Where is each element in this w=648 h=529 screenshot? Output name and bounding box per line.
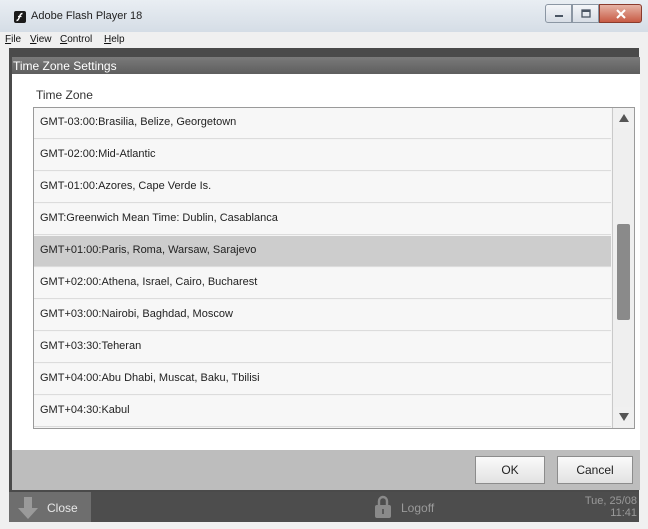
maximize-icon (580, 9, 591, 18)
dialog-body: Time Zone GMT-03:00:Brasilia, Belize, Ge… (12, 74, 640, 450)
bottom-bar: Close Logoff Tue, 25/08 11:41 (9, 492, 639, 522)
time-zone-option-label: GMT+04:00:Abu Dhabi, Muscat, Baku, Tbili… (40, 372, 260, 384)
list-scrollbar[interactable] (612, 108, 634, 428)
time-zone-list[interactable]: GMT-03:00:Brasilia, Belize, Georgetown G… (33, 107, 635, 429)
time-zone-option[interactable]: GMT:Greenwich Mean Time: Dublin, Casabla… (34, 204, 611, 235)
time-zone-option[interactable]: GMT-01:00:Azores, Cape Verde Is. (34, 172, 611, 203)
time-zone-option[interactable]: GMT-02:00:Mid-Atlantic (34, 140, 611, 171)
maximize-button[interactable] (572, 4, 599, 23)
scrollbar-thumb[interactable] (617, 224, 630, 320)
lock-icon (375, 495, 391, 518)
time-zone-option[interactable]: GMT+03:30:Teheran (34, 332, 611, 363)
time-zone-option-selected[interactable]: GMT+01:00:Paris, Roma, Warsaw, Sarajevo (34, 236, 611, 267)
menu-help[interactable]: Help (104, 34, 125, 45)
time-zone-option-label: GMT:Greenwich Mean Time: Dublin, Casabla… (40, 212, 278, 224)
scroll-down-button[interactable] (614, 407, 634, 427)
window-title: Adobe Flash Player 18 (31, 10, 143, 22)
time-zone-option-label: GMT+01:00:Paris, Roma, Warsaw, Sarajevo (40, 244, 257, 256)
time-zone-option-label: GMT-03:00:Brasilia, Belize, Georgetown (40, 116, 237, 128)
minimize-button[interactable] (545, 4, 572, 23)
time-zone-option-label: GMT+02:00:Athena, Israel, Cairo, Buchare… (40, 276, 258, 288)
menu-view[interactable]: View (30, 34, 52, 45)
minimize-icon (554, 14, 563, 17)
scroll-up-button[interactable] (614, 108, 634, 128)
arrow-down-icon (18, 497, 38, 519)
cancel-button[interactable]: Cancel (557, 456, 633, 484)
window-close-button[interactable] (599, 4, 642, 23)
menu-control[interactable]: Control (60, 34, 92, 45)
app-close-button[interactable]: Close (9, 492, 91, 522)
clock: Tue, 25/08 11:41 (585, 495, 637, 519)
menu-file[interactable]: File (5, 34, 21, 45)
time-zone-option[interactable]: GMT+03:00:Nairobi, Baghdad, Moscow (34, 300, 611, 331)
window-controls (545, 4, 642, 23)
app-close-label: Close (47, 501, 78, 515)
time-zone-option[interactable]: GMT+04:00:Abu Dhabi, Muscat, Baku, Tbili… (34, 364, 611, 395)
time-zone-option-label: GMT+04:30:Kabul (40, 404, 130, 416)
window-titlebar: Adobe Flash Player 18 (0, 0, 648, 33)
time-zone-option-label: GMT-02:00:Mid-Atlantic (40, 148, 156, 160)
clock-time: 11:41 (610, 507, 637, 519)
time-zone-option-label: GMT-01:00:Azores, Cape Verde Is. (40, 180, 212, 192)
triangle-up-icon (619, 114, 629, 122)
time-zone-option[interactable]: GMT+04:30:Kabul (34, 396, 611, 427)
time-zone-dialog: Time Zone Settings Time Zone GMT-03:00:B… (12, 57, 640, 490)
menu-bar: File View Control Help (0, 32, 648, 47)
time-zone-option-label: GMT+03:30:Teheran (40, 340, 142, 352)
close-icon (615, 8, 626, 19)
dialog-header: Time Zone Settings (12, 57, 640, 74)
time-zone-option[interactable]: GMT-03:00:Brasilia, Belize, Georgetown (34, 108, 611, 139)
clock-date: Tue, 25/08 (584, 495, 637, 507)
flash-player-icon (14, 11, 26, 23)
triangle-down-icon (619, 413, 629, 421)
dialog-title: Time Zone Settings (13, 59, 117, 73)
ok-button[interactable]: OK (475, 456, 545, 484)
time-zone-option-label: GMT+03:00:Nairobi, Baghdad, Moscow (40, 308, 233, 320)
dialog-footer: OK Cancel (12, 450, 640, 490)
logoff-label: Logoff (401, 501, 435, 515)
time-zone-option[interactable]: GMT+02:00:Athena, Israel, Cairo, Buchare… (34, 268, 611, 299)
time-zone-label: Time Zone (36, 88, 93, 102)
